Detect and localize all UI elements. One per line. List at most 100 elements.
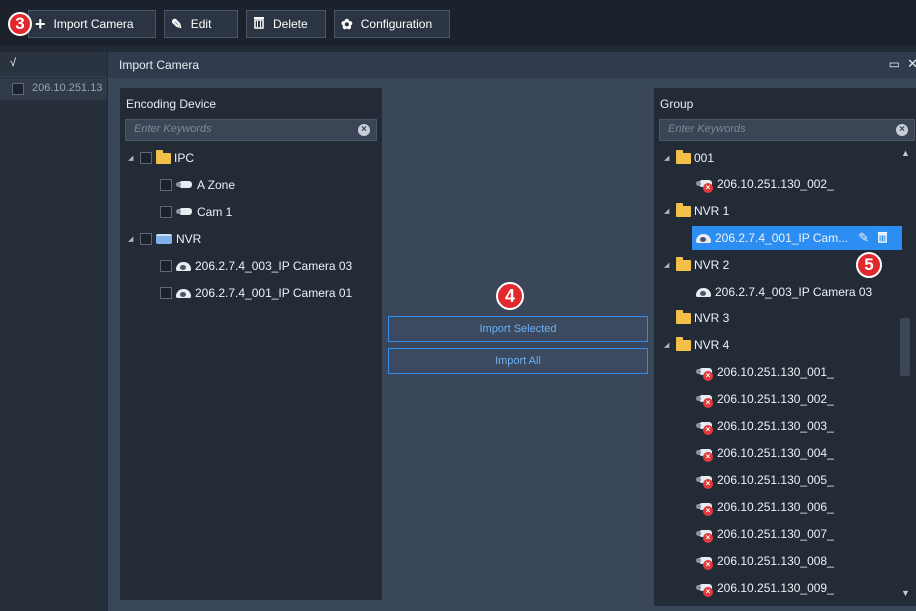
group-node-camera[interactable]: × 206.10.251.130_008_ [696, 551, 834, 571]
node-checkbox[interactable] [160, 260, 172, 272]
group-node-nvr-1[interactable]: ◢ NVR 1 [664, 201, 729, 221]
scroll-down-icon[interactable]: ▼ [901, 588, 910, 598]
node-label: A Zone [197, 178, 236, 192]
dome-camera-icon [696, 233, 711, 243]
expand-arrow-icon[interactable]: ◢ [664, 207, 676, 215]
delete-button[interactable]: Delete [246, 10, 326, 38]
offline-camera-icon: × [696, 582, 714, 597]
import-camera-button[interactable]: + Import Camera [28, 10, 156, 38]
group-node-camera[interactable]: × 206.10.251.130_006_ [696, 497, 834, 517]
offline-camera-icon: × [696, 366, 714, 381]
tree-node-ip-camera-03[interactable]: 206.2.7.4_003_IP Camera 03 [160, 256, 352, 276]
node-label: NVR 2 [694, 258, 730, 272]
nvr-icon [156, 234, 172, 244]
group-node-camera[interactable]: × 206.10.251.130_002_ [696, 389, 834, 409]
dome-camera-icon [176, 288, 191, 298]
edit-label: Edit [190, 17, 212, 31]
configuration-label: Configuration [360, 17, 433, 31]
trash-icon[interactable] [877, 231, 888, 246]
select-all-check[interactable]: √ [10, 57, 16, 69]
clear-search-icon[interactable]: × [896, 124, 908, 136]
node-label: 206.10.251.130_002_ [717, 392, 834, 406]
group-node-nvr-3[interactable]: NVR 3 [676, 308, 729, 328]
camera-list-header: √ [0, 52, 107, 77]
tree-node-cam-1[interactable]: Cam 1 [160, 202, 232, 222]
node-label: 206.10.251.130_001_ [717, 365, 834, 379]
import-camera-dialog: Import Camera ▭ ✕ Encoding Device Enter … [108, 52, 916, 611]
search-placeholder: Enter Keywords [134, 123, 212, 135]
expand-arrow-icon[interactable]: ◢ [128, 235, 140, 243]
group-node-camera[interactable]: × 206.10.251.130_004_ [696, 443, 834, 463]
gear-icon: ✿ [341, 15, 353, 32]
group-search-input[interactable]: Enter Keywords × [659, 119, 915, 141]
clear-search-icon[interactable]: × [358, 124, 370, 136]
tree-node-ipc[interactable]: ◢ IPC [128, 148, 194, 168]
group-node-nvr-4[interactable]: ◢ NVR 4 [664, 335, 729, 355]
plus-icon: + [35, 13, 46, 34]
offline-camera-icon: × [696, 474, 714, 489]
node-label: Cam 1 [197, 205, 233, 219]
group-node-nvr-2[interactable]: ◢ NVR 2 [664, 255, 729, 275]
folder-icon [676, 336, 691, 351]
tree-node-ip-camera-01[interactable]: 206.2.7.4_001_IP Camera 01 [160, 283, 352, 303]
row-checkbox[interactable] [12, 83, 24, 95]
list-item[interactable]: 206.10.251.13 [0, 78, 107, 100]
tree-node-nvr[interactable]: ◢ NVR [128, 229, 201, 249]
close-icon[interactable]: ✕ [907, 56, 916, 72]
camera-ip: 206.10.251.13 [32, 82, 103, 94]
search-placeholder: Enter Keywords [668, 123, 746, 135]
maximize-icon[interactable]: ▭ [889, 57, 900, 71]
group-node-camera[interactable]: × 206.10.251.130_002_ [696, 174, 834, 194]
group-node-camera[interactable]: × 206.10.251.130_005_ [696, 470, 834, 490]
node-label: NVR 3 [694, 311, 730, 325]
node-checkbox[interactable] [140, 233, 152, 245]
group-title: Group [660, 97, 694, 111]
group-node-camera[interactable]: × 206.10.251.130_001_ [696, 362, 834, 382]
node-label: 206.10.251.130_002_ [717, 177, 834, 191]
scrollbar-thumb[interactable] [900, 318, 910, 376]
folder-icon [676, 149, 691, 164]
scroll-up-icon[interactable]: ▲ [901, 148, 910, 158]
node-label: 206.10.251.130_007_ [717, 527, 834, 541]
node-label: 206.10.251.130_009_ [717, 581, 834, 595]
group-node-camera[interactable]: × 206.10.251.130_003_ [696, 416, 834, 436]
group-node-001[interactable]: ◢ 001 [664, 148, 714, 168]
import-selected-button[interactable]: Import Selected [388, 316, 648, 342]
node-label: 206.10.251.130_003_ [717, 419, 834, 433]
encoding-search-input[interactable]: Enter Keywords × [125, 119, 377, 141]
offline-camera-icon: × [696, 555, 714, 570]
camera-icon [176, 206, 194, 218]
node-label: 206.2.7.4_001_IP Camera 01 [195, 286, 353, 300]
group-node-camera[interactable]: × 206.10.251.130_007_ [696, 524, 834, 544]
folder-icon [156, 149, 171, 164]
dialog-title: Import Camera [119, 58, 200, 72]
group-node-camera[interactable]: 206.2.7.4_003_IP Camera 03 [696, 282, 872, 302]
offline-camera-icon: × [696, 501, 714, 516]
node-label: 001 [694, 151, 715, 165]
offline-camera-icon: × [696, 447, 714, 462]
import-all-button[interactable]: Import All [388, 348, 648, 374]
node-label: 206.2.7.4_003_IP Camera 03 [195, 259, 353, 273]
node-checkbox[interactable] [160, 179, 172, 191]
edit-button[interactable]: ✎ Edit [164, 10, 238, 38]
group-node-camera[interactable]: × 206.10.251.130_009_ [696, 578, 834, 598]
dialog-titlebar: Import Camera ▭ ✕ [108, 52, 916, 78]
node-checkbox[interactable] [160, 206, 172, 218]
pencil-icon[interactable]: ✎ [858, 230, 869, 246]
node-label: 206.10.251.130_004_ [717, 446, 834, 460]
node-label: 206.2.7.4_001_IP Cam... [715, 231, 849, 245]
offline-camera-icon: × [696, 393, 714, 408]
expand-arrow-icon[interactable]: ◢ [664, 341, 676, 349]
node-checkbox[interactable] [160, 287, 172, 299]
tree-node-a-zone[interactable]: A Zone [160, 175, 235, 195]
configuration-button[interactable]: ✿ Configuration [334, 10, 450, 38]
camera-list: √ 206.10.251.13 [0, 52, 107, 611]
expand-arrow-icon[interactable]: ◢ [128, 154, 140, 162]
encoding-device-panel: Encoding Device Enter Keywords × ◢ IPC A… [120, 88, 382, 600]
expand-arrow-icon[interactable]: ◢ [664, 261, 676, 269]
delete-label: Delete [273, 17, 308, 31]
group-node-selected-camera[interactable]: 206.2.7.4_001_IP Cam... ✎ [696, 228, 888, 248]
toolbar: + Import Camera ✎ Edit Delete ✿ Configur… [0, 0, 916, 46]
expand-arrow-icon[interactable]: ◢ [664, 154, 676, 162]
node-checkbox[interactable] [140, 152, 152, 164]
